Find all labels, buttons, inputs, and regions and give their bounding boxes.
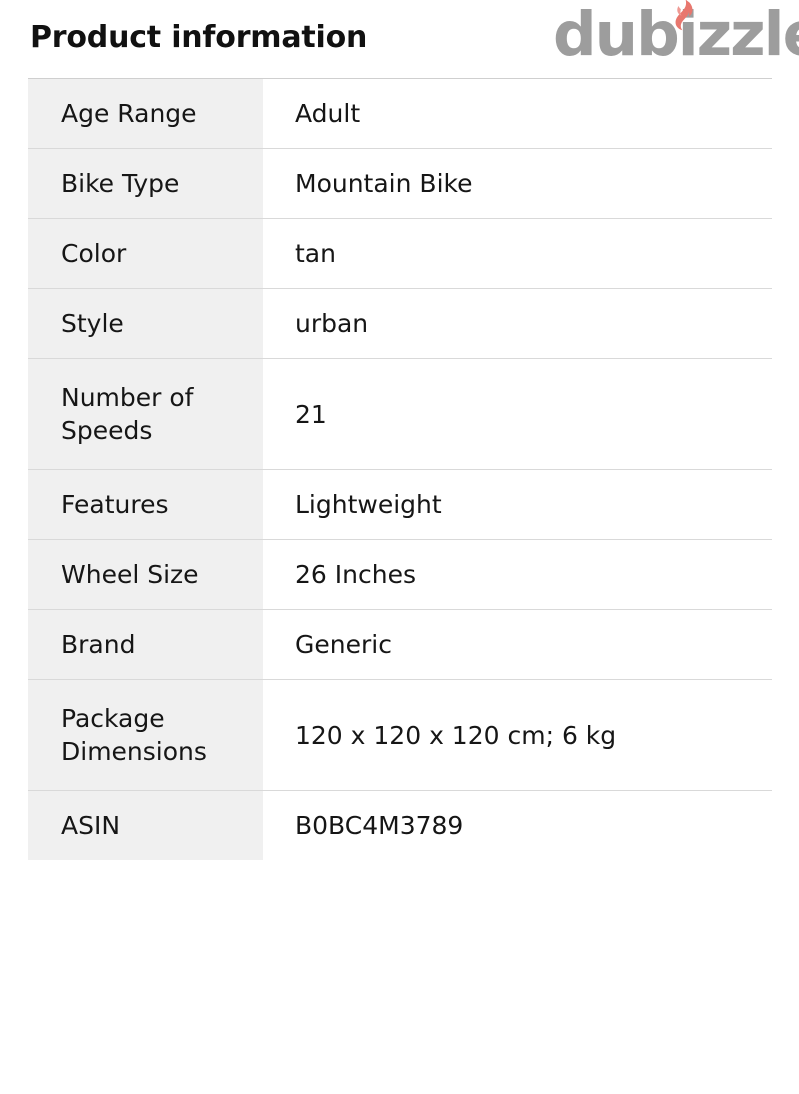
product-spec-table-wrapper: Age Range Adult Bike Type Mountain Bike [28,78,772,860]
spec-value-cell: 26 Inches [263,539,772,610]
spec-value-text: 120 x 120 x 120 cm; 6 kg [295,720,617,750]
spec-value-text: Lightweight [295,490,442,519]
table-row: ASIN B0BC4M3789 [28,790,772,860]
spec-value-text: 21 [295,399,327,429]
spec-value-text: Mountain Bike [295,169,473,198]
product-spec-table: Age Range Adult Bike Type Mountain Bike [28,78,772,860]
table-row: Style urban [28,288,772,359]
spec-label-cell: Color [28,218,263,289]
spec-label-cell: Bike Type [28,148,263,219]
spec-value-cell: B0BC4M3789 [263,790,772,860]
spec-value-cell: 120 x 120 x 120 cm; 6 kg [263,679,772,791]
page-title: Product information [30,20,368,55]
table-row: Bike Type Mountain Bike [28,148,772,219]
spec-value-cell: Mountain Bike [263,148,772,219]
table-row: Number of Speeds 21 [28,358,772,470]
spec-label-text: ASIN [61,811,121,840]
spec-value-cell: Generic [263,609,772,680]
spec-label-cell: Brand [28,609,263,680]
table-row: Color tan [28,218,772,289]
product-spec-table-body: Age Range Adult Bike Type Mountain Bike [28,78,772,860]
spec-label-text: Color [61,239,127,268]
spec-label-text: Number of Speeds [61,383,194,445]
spec-label-text: Age Range [61,99,197,128]
spec-label-cell: Features [28,469,263,540]
table-row: Package Dimensions 120 x 120 x 120 cm; 6… [28,679,772,791]
table-row: Features Lightweight [28,469,772,540]
spec-value-text: Adult [295,99,361,128]
spec-label-cell: ASIN [28,790,263,860]
spec-label-text: Wheel Size [61,560,199,589]
spec-value-cell: Lightweight [263,469,772,540]
spec-value-text: 26 Inches [295,560,416,589]
table-row: Age Range Adult [28,78,772,149]
spec-value-text: B0BC4M3789 [295,811,464,840]
spec-value-text: urban [295,309,369,338]
spec-label-cell: Wheel Size [28,539,263,610]
dubizzle-logo: dubizzle [553,0,799,70]
spec-label-text: Style [61,309,124,338]
product-information-page: Product information dubizzle Age Range A… [0,0,799,1094]
table-row: Wheel Size 26 Inches [28,539,772,610]
spec-label-text: Bike Type [61,169,180,198]
spec-label-text: Brand [61,630,136,659]
spec-label-text: Package Dimensions [61,704,207,766]
table-row: Brand Generic [28,609,772,680]
spec-value-cell: tan [263,218,772,289]
spec-label-cell: Age Range [28,78,263,149]
spec-label-cell: Package Dimensions [28,679,263,791]
page-header: Product information dubizzle [0,0,799,78]
spec-value-cell: urban [263,288,772,359]
spec-value-cell: 21 [263,358,772,470]
spec-label-cell: Number of Speeds [28,358,263,470]
spec-value-text: tan [295,239,336,268]
spec-value-text: Generic [295,630,392,659]
spec-label-cell: Style [28,288,263,359]
spec-value-cell: Adult [263,78,772,149]
flame-icon [671,0,697,33]
spec-label-text: Features [61,490,169,519]
